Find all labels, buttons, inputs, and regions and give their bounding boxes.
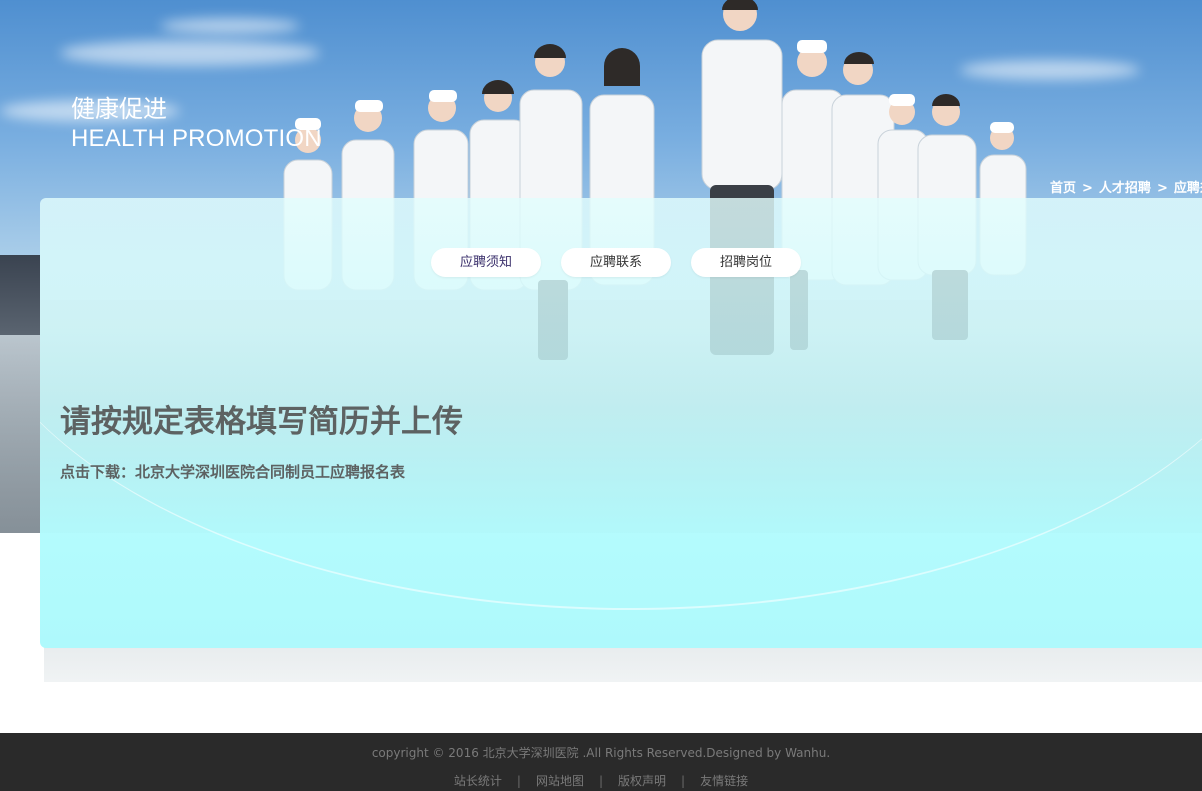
building-image xyxy=(0,255,40,335)
download-line: 点击下载：北京大学深圳医院合同制员工应聘报名表 xyxy=(60,460,405,484)
tab-application-notice[interactable]: 应聘须知 xyxy=(431,248,541,277)
breadcrumb-separator: > xyxy=(1156,181,1168,196)
footer-link-copyright-statement[interactable]: 版权声明 xyxy=(618,774,666,788)
breadcrumb: 首页 > 人才招聘 > 应聘须知 xyxy=(1050,180,1202,198)
content-panel: 应聘须知 应聘联系 招聘岗位 请按规定表格填写简历并上传 点击下载：北京大学深圳… xyxy=(40,198,1202,648)
breadcrumb-current-page[interactable]: 应聘须知 xyxy=(1174,181,1202,196)
hero-title: 健康促进 xyxy=(71,95,167,123)
footer-link-site-statistics[interactable]: 站长统计 xyxy=(454,774,502,788)
footer-separator: | xyxy=(681,774,686,788)
content-title: 请按规定表格填写简历并上传 xyxy=(60,404,463,440)
tab-job-positions[interactable]: 招聘岗位 xyxy=(691,248,801,277)
copyright-text: copyright © 2016 北京大学深圳医院 .All Rights Re… xyxy=(371,746,831,760)
footer-link-friendly-links[interactable]: 友情链接 xyxy=(700,774,748,788)
breadcrumb-recruitment-link[interactable]: 人才招聘 xyxy=(1099,181,1151,196)
download-prefix: 点击下载： xyxy=(60,463,136,481)
tab-bar: 应聘须知 应聘联系 招聘岗位 xyxy=(431,248,801,277)
breadcrumb-separator: > xyxy=(1082,181,1093,196)
footer-separator: | xyxy=(598,774,604,788)
footer: copyright © 2016 北京大学深圳医院 .All Rights Re… xyxy=(0,733,1202,791)
footer-separator: | xyxy=(516,774,521,788)
tab-application-contact[interactable]: 应聘联系 xyxy=(561,248,671,277)
footer-link-sitemap[interactable]: 网站地图 xyxy=(536,774,584,788)
download-form-link[interactable]: 北京大学深圳医院合同制员工应聘报名表 xyxy=(135,463,405,481)
breadcrumb-home-link[interactable]: 首页 xyxy=(1050,181,1076,196)
panel-shadow xyxy=(44,646,1202,682)
hero-subtitle: HEALTH PROMOTION xyxy=(71,125,322,152)
footer-links: 站长统计 | 网站地图 | 版权声明 | 友情链接 xyxy=(0,773,1202,789)
